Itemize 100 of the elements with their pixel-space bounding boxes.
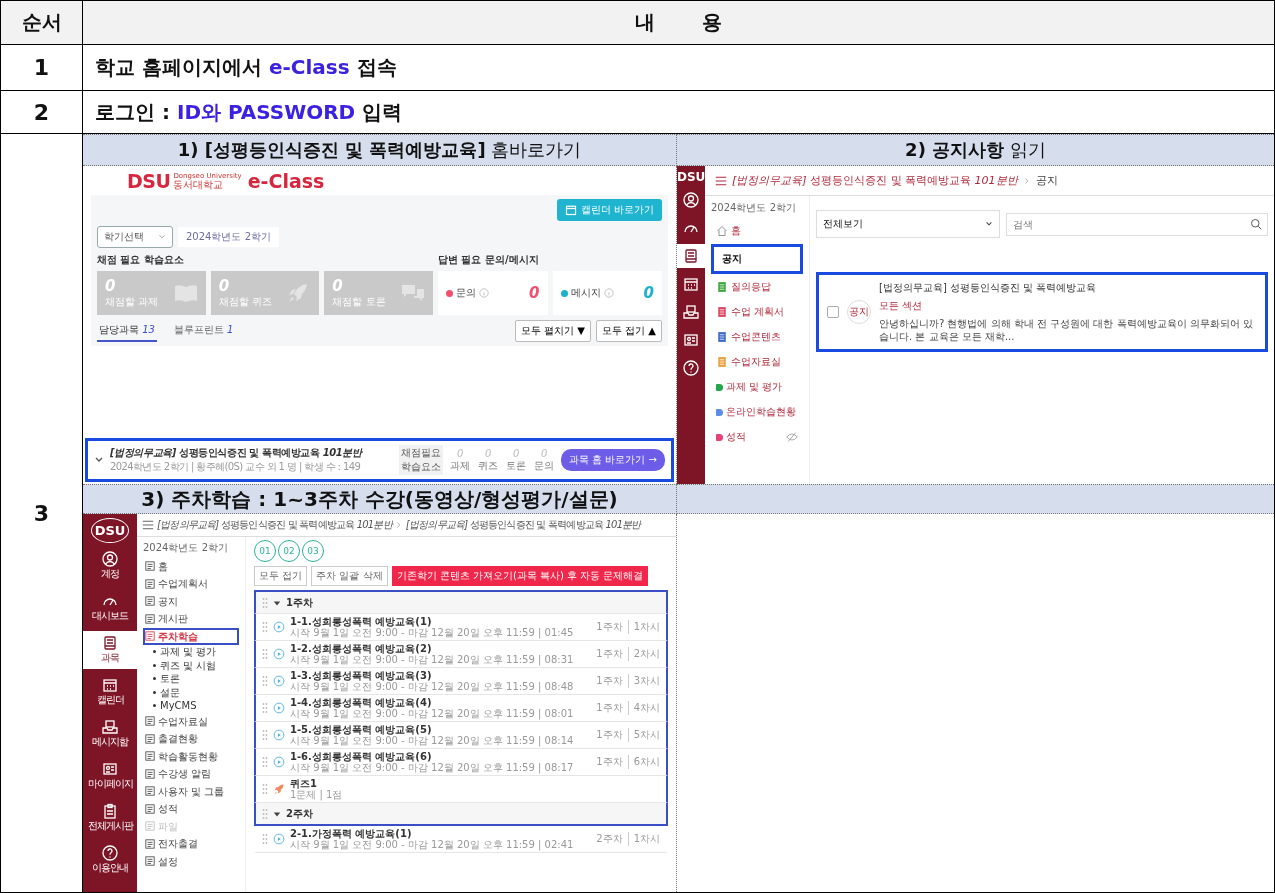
step-text: 학교 홈페이지에서 e-Class 접속 <box>95 54 397 81</box>
caret-down-icon[interactable] <box>273 598 281 607</box>
activity-row[interactable]: 1-2.성희롱성폭력 예방교육(2) 시작 9월 1일 오전 9:00 - 마감 12월 20일 오후 11:59 | 08:31 1주차 2차시 <box>254 641 668 668</box>
menu-item[interactable]: 사용자 및 그룹 <box>143 782 239 800</box>
caret-down-icon[interactable] <box>273 809 281 818</box>
period-label: 2차시 <box>627 647 660 661</box>
toggle-button[interactable]: 모두 접기 ▲ <box>595 320 662 342</box>
activity-title: 1-1.성희롱성폭력 예방교육(1) <box>290 615 433 627</box>
clipboard-icon <box>102 803 118 819</box>
submenu-item[interactable]: 과제 및 평가 <box>143 645 239 659</box>
navigation-item[interactable]: 대시보드 <box>83 589 137 627</box>
course-title[interactable]: [법정의무교육] 성평등인식증진 및 폭력예방교육 101분반 <box>110 446 394 460</box>
card-label: 메시지 <box>570 286 601 300</box>
navigation-item[interactable]: 전체게시판 <box>83 799 137 837</box>
chevron-icon <box>1022 176 1031 185</box>
activity-row[interactable]: 1-4.성희롱성폭력 예방교육(4) 시작 9월 1일 오전 9:00 - 마감 12월 20일 오후 11:59 | 08:01 1주차 4차시 <box>254 695 668 722</box>
menu-item[interactable]: 홈 <box>143 557 239 575</box>
navigation-item[interactable]: 계정 <box>83 547 137 585</box>
activity-row[interactable]: 1-3.성희롱성폭력 예방교육(3) 시작 9월 1일 오전 9:00 - 마감 12월 20일 오후 11:59 | 08:48 1주차 3차시 <box>254 668 668 695</box>
search-field[interactable]: 검색 <box>1006 212 1268 236</box>
course-home-button[interactable]: 과목 홈 바로가기 → <box>561 449 665 471</box>
menu-item[interactable]: 성적 <box>143 800 239 818</box>
menu-item[interactable]: 전자출결 <box>143 835 239 853</box>
activity-row[interactable]: 2-1.가정폭력 예방교육(1) 시작 9월 1일 오전 9:00 - 마감 12월 20일 오후 11:59 | 02:41 2주차 1차시 <box>254 826 668 853</box>
drag-handle-icon[interactable] <box>262 621 268 633</box>
menu-item[interactable]: 수업 계획서 <box>711 300 803 324</box>
menu-item[interactable]: 공지 <box>711 244 803 274</box>
toggle-button[interactable]: 모두 펼치기 ▼ <box>514 320 591 342</box>
week-label: 2주차 <box>596 832 623 846</box>
play-icon <box>273 756 285 768</box>
breadcrumb-link[interactable]: 공지 <box>1035 173 1058 188</box>
step-number: 1 <box>33 55 50 80</box>
menu-item[interactable]: 수업자료실 <box>143 712 239 730</box>
activity-title: 1-2.성희롱성폭력 예방교육(2) <box>290 642 433 654</box>
activity-row[interactable]: 1-5.성희롱성폭력 예방교육(5) 시작 9월 1일 오전 9:00 - 마감 12월 20일 오후 11:59 | 08:14 1주차 5차시 <box>254 722 668 749</box>
drag-handle-icon[interactable] <box>262 807 268 820</box>
toolbar-button[interactable]: 주차 일괄 삭제 <box>311 566 388 586</box>
menu-item[interactable]: 공지 <box>143 592 239 610</box>
activity-row[interactable]: 1-6.성희롱성폭력 예방교육(6) 시작 9월 1일 오전 9:00 - 마감 12월 20일 오후 11:59 | 08:17 1주차 6차시 <box>254 749 668 776</box>
list-icon <box>145 821 155 832</box>
menu-item[interactable]: 과제 및 평가 <box>711 375 803 399</box>
drag-handle-icon[interactable] <box>262 596 268 609</box>
menu-icon[interactable] <box>142 519 154 531</box>
submenu-item[interactable]: MyCMS <box>143 699 239 713</box>
menu-item[interactable]: 수강생 알림 <box>143 765 239 783</box>
breadcrumb-link[interactable]: [법정의무교육] 성평등인식증진 및 폭력예방교육 101분반 <box>157 518 392 532</box>
menu-item[interactable]: 홈 <box>711 219 803 243</box>
course-tab[interactable]: 블루프린트 1 <box>171 320 236 342</box>
drag-handle-icon[interactable] <box>262 729 268 741</box>
logo-subtitle: 동서대학교 <box>173 179 224 190</box>
id-card-icon <box>102 761 118 777</box>
menu-item[interactable]: 수업콘텐츠 <box>711 325 803 349</box>
logo-product-name: e-Class <box>247 170 325 192</box>
count: 0 <box>529 284 540 302</box>
submenu-item[interactable]: 토론 <box>143 672 239 686</box>
import-button[interactable]: 기존학기 콘텐츠 가져오기(과목 복사) 후 자동 문제해결 <box>391 566 649 586</box>
drag-handle-icon[interactable] <box>262 833 268 845</box>
week-header[interactable]: 1주차 <box>254 590 668 614</box>
drag-handle-icon[interactable] <box>262 675 268 687</box>
list-icon <box>145 786 155 797</box>
menu-item[interactable]: 게시판 <box>143 610 239 628</box>
menu-item[interactable]: 질의응답 <box>711 275 803 299</box>
hidden-eye-icon[interactable] <box>786 431 798 443</box>
notice-excerpt: 안녕하십니까? 현행법에 의해 학내 전 구성원에 대한 폭력예방교육이 의무화되어 있습니다. 본 교육은 모든 재학... <box>879 317 1254 343</box>
week-header[interactable]: 2주차 <box>254 803 668 826</box>
notice-card[interactable]: 공지 [법정의무교육] 성평등인식증진 및 폭력예방교육 모든 섹션 안녕하십니까? 현행법에 의해 학내 전 구성원에 대한 폭력예방교육이 의무화되어 있습니다. 본 교육은 모든 재학... <box>816 272 1268 352</box>
drag-handle-icon[interactable] <box>262 648 268 660</box>
menu-item[interactable]: 주차학습 <box>143 627 239 645</box>
breadcrumb-link[interactable]: [법정의무교육] 성평등인식증진 및 폭력예방교육 101분반 <box>405 518 641 532</box>
menu-item[interactable]: 온라인학습현황 <box>711 400 803 424</box>
list-icon <box>145 856 155 867</box>
submenu-item[interactable]: 퀴즈 및 시험 <box>143 658 239 672</box>
submenu-item[interactable]: 설문 <box>143 685 239 699</box>
menu-item[interactable]: 수업계획서 <box>143 575 239 593</box>
menu-item[interactable]: 성적 <box>711 425 803 449</box>
stat-label: 과제 <box>450 458 471 473</box>
menu-item[interactable]: 출결현황 <box>143 730 239 748</box>
navigation-item[interactable] <box>677 244 705 268</box>
stats-label: 채점필요 학습요소 <box>399 445 444 475</box>
navigation-item[interactable]: 과목 <box>83 631 137 669</box>
toolbar-button[interactable]: 모두 접기 <box>254 566 308 586</box>
drag-handle-icon[interactable] <box>262 756 268 768</box>
semester-label: 2024학년도 2학기 <box>711 201 797 215</box>
period-label: 5차시 <box>627 728 660 742</box>
navigation-item[interactable]: 캘린더 <box>83 673 137 711</box>
drag-handle-icon[interactable] <box>262 783 268 795</box>
navigation-item[interactable]: 마이페이지 <box>83 757 137 795</box>
navigation-item[interactable]: 메시지함 <box>83 715 137 753</box>
breadcrumb-link[interactable]: [법정의무교육] 성평등인식증진 및 폭력예방교육 101분반 <box>732 173 1018 188</box>
checkbox[interactable] <box>827 306 839 318</box>
navigation-item[interactable]: 이용안내 <box>83 841 137 879</box>
menu-item[interactable]: 학습활동현황 <box>143 747 239 765</box>
filter-select[interactable]: 전체보기 <box>816 210 1000 238</box>
activity-row[interactable]: 1-1.성희롱성폭력 예방교육(1) 시작 9월 1일 오전 9:00 - 마감 12월 20일 오후 11:59 | 01:45 1주차 1차시 <box>254 614 668 641</box>
menu-item[interactable]: 설정 <box>143 852 239 870</box>
course-tab[interactable]: 담당과목 13 <box>97 320 157 342</box>
semester-select[interactable]: 학기선택 <box>97 226 173 248</box>
menu-item[interactable]: 수업자료실 <box>711 350 803 374</box>
menu-icon[interactable] <box>715 174 727 187</box>
drag-handle-icon[interactable] <box>262 702 268 714</box>
